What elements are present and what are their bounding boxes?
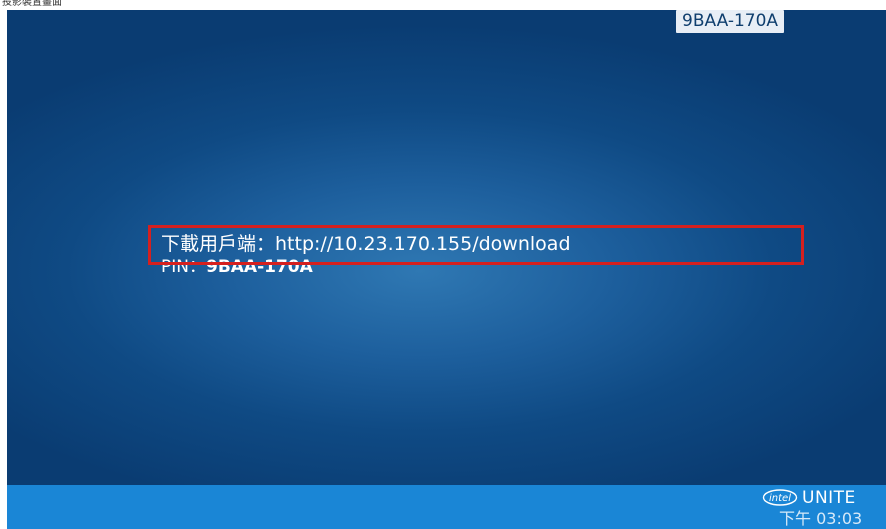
top-strip: 投影裝置畫面 xyxy=(0,0,886,10)
bottom-bar: intel UNITE 下午 03:03 xyxy=(7,485,886,529)
pin-badge: 9BAA-170A xyxy=(676,10,785,33)
unite-display-screen: 9BAA-170A 下載用戶端：http://10.23.170.155/dow… xyxy=(7,10,886,485)
screenshot-root: 投影裝置畫面 9BAA-170A 下載用戶端：http://10.23.170.… xyxy=(0,0,886,529)
intel-logo-text: intel xyxy=(769,493,791,504)
top-strip-label: 投影裝置畫面 xyxy=(2,0,62,8)
clock: 下午 03:03 xyxy=(779,509,863,528)
unite-brand-label: UNITE xyxy=(802,488,856,508)
highlight-box xyxy=(148,225,804,265)
intel-logo-icon: intel xyxy=(762,489,798,506)
